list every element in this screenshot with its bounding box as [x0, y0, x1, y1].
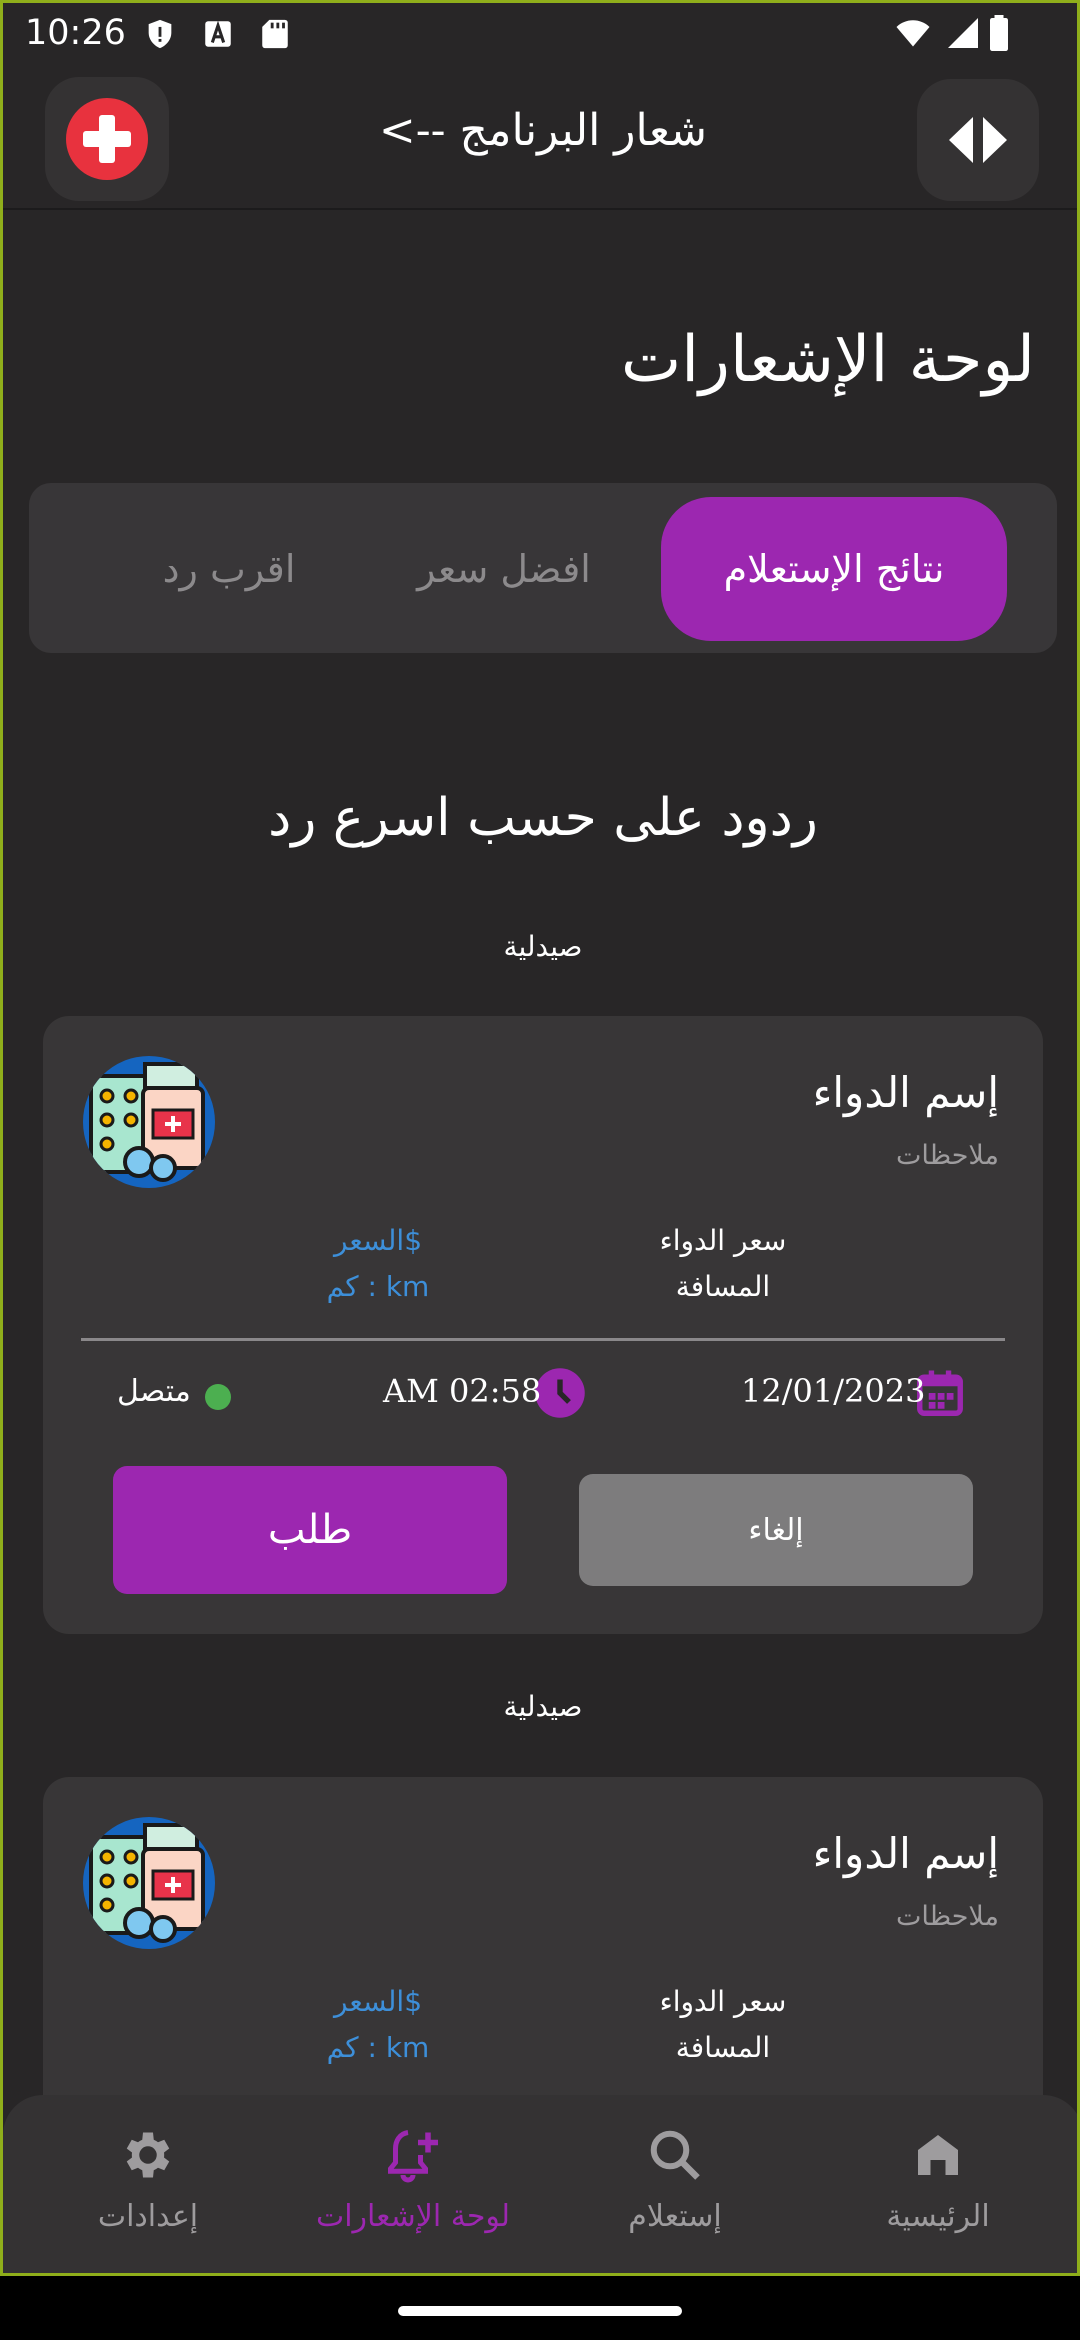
nav-label: إعدادات — [97, 2199, 199, 2234]
online-status-text: متصل — [117, 1374, 191, 1409]
medicine-name: إسم الدواء — [812, 1068, 999, 1117]
cancel-button[interactable]: إلغاء — [579, 1474, 973, 1586]
distance-label: المسافة — [675, 1270, 771, 1303]
pharmacy-label: صيدلية — [503, 1690, 583, 1723]
bottom-navigation: إعدادات لوحة الإشعارات إستعلام الرئيسية — [3, 2095, 1077, 2273]
code-arrows-icon — [949, 117, 1007, 163]
response-card[interactable]: إسم الدواء ملاحظات سعر الدواء $السعر الم… — [43, 1016, 1043, 1634]
pharmacy-label: صيدلية — [503, 930, 583, 963]
signal-icon — [948, 18, 978, 48]
tab-nearest-reply[interactable]: اقرب رد — [89, 497, 369, 641]
tab-query-results[interactable]: نتائج الإستعلام — [661, 497, 1007, 641]
divider — [81, 1338, 1005, 1341]
nav-home[interactable]: الرئيسية — [828, 2125, 1048, 2255]
date-text: 12/01/2023 — [741, 1372, 926, 1410]
logo-button[interactable] — [45, 77, 169, 201]
section-heading: ردود على حسب اسرع رد — [268, 788, 818, 848]
time-text: AM 02:58 — [383, 1372, 542, 1410]
nav-settings[interactable]: إعدادات — [38, 2125, 258, 2255]
home-indicator[interactable] — [398, 2306, 682, 2316]
pills-image — [89, 1823, 205, 1943]
medicine-avatar — [83, 1056, 215, 1188]
wifi-icon — [896, 20, 930, 47]
pills-image — [89, 1062, 205, 1182]
app-bar: شعار البرنامج --> — [3, 65, 1077, 210]
direction-toggle-button[interactable] — [917, 79, 1039, 201]
status-time: 10:26 — [25, 13, 126, 53]
distance-value: km : كم — [326, 2031, 430, 2064]
price-value: $السعر — [333, 1224, 423, 1257]
notes-text: ملاحظات — [895, 1140, 999, 1171]
price-value: $السعر — [333, 1985, 423, 2018]
online-status-dot — [205, 1384, 231, 1410]
shield-icon — [148, 19, 172, 49]
nav-notifications[interactable]: لوحة الإشعارات — [303, 2125, 523, 2255]
nav-query[interactable]: إستعلام — [565, 2125, 785, 2255]
medicine-avatar — [83, 1817, 215, 1949]
sd-card-icon — [262, 19, 288, 49]
medicine-name: إسم الدواء — [812, 1829, 999, 1878]
request-button[interactable]: طلب — [113, 1466, 507, 1594]
tab-best-price[interactable]: افضل سعر — [359, 497, 649, 641]
distance-value: km : كم — [326, 1270, 430, 1303]
nav-label: لوحة الإشعارات — [315, 2199, 511, 2234]
nav-label: الرئيسية — [886, 2199, 990, 2234]
medical-cross-icon — [66, 98, 148, 180]
page-title: لوحة الإشعارات — [621, 323, 1035, 397]
price-label: سعر الدواء — [659, 1224, 787, 1257]
distance-label: المسافة — [675, 2031, 771, 2064]
font-a-icon — [205, 20, 231, 47]
tab-bar: نتائج الإستعلام افضل سعر اقرب رد — [29, 483, 1057, 653]
home-icon — [918, 2135, 958, 2175]
bell-plus-icon — [388, 2130, 438, 2183]
app-screen: 10:26 شعار البرنامج --> لوحة الإشعارات ن… — [0, 0, 1080, 2276]
search-icon — [650, 2130, 700, 2180]
battery-icon — [990, 15, 1008, 51]
notes-text: ملاحظات — [895, 1901, 999, 1932]
nav-label: إستعلام — [628, 2199, 722, 2234]
gear-icon — [126, 2132, 170, 2178]
app-logo-text: شعار البرنامج --> — [378, 105, 708, 156]
price-label: سعر الدواء — [659, 1985, 787, 2018]
status-bar: 10:26 — [3, 3, 1077, 65]
